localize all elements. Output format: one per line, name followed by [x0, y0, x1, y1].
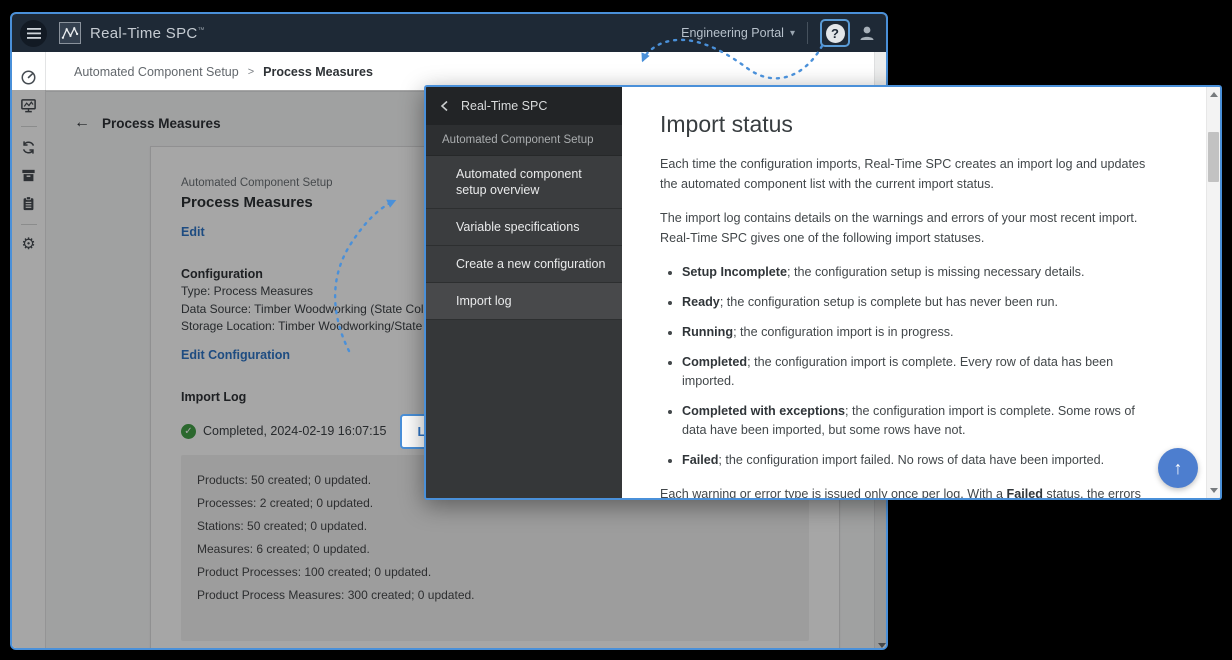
person-icon [858, 24, 876, 42]
hamburger-menu-button[interactable] [20, 20, 47, 47]
status-list-item: Setup Incomplete; the configuration setu… [682, 263, 1150, 282]
status-term: Completed [682, 355, 747, 369]
status-desc: ; the configuration import failed. No ro… [718, 453, 1104, 467]
scrollbar-up-arrow-icon [1210, 92, 1218, 97]
topbar-divider [807, 22, 808, 44]
status-desc: ; the configuration setup is missing nec… [787, 265, 1085, 279]
help-paragraph: Each warning or error type is issued onl… [660, 485, 1150, 498]
status-desc: ; the configuration setup is complete bu… [720, 295, 1058, 309]
app-title: Real-Time SPC™ [90, 25, 205, 42]
portal-dropdown[interactable]: Engineering Portal ▾ [681, 26, 795, 40]
dashboard-gauge-icon[interactable] [20, 68, 38, 86]
status-list-item: Ready; the configuration setup is comple… [682, 293, 1150, 312]
help-nav-item-import-log[interactable]: Import log [426, 283, 622, 320]
chevron-down-icon: ▾ [790, 28, 795, 39]
help-nav-item-create-configuration[interactable]: Create a new configuration [426, 246, 622, 283]
help-nav-sidebar: Real-Time SPC Automated Component Setup … [426, 87, 622, 498]
help-paragraph: Each time the configuration imports, Rea… [660, 155, 1150, 194]
scrollbar-down-arrow-icon [1210, 488, 1218, 493]
scroll-to-top-button[interactable]: ↑ [1158, 448, 1198, 488]
breadcrumb-current: Process Measures [263, 65, 373, 79]
breadcrumb-separator: > [248, 66, 254, 78]
status-term: Completed with exceptions [682, 404, 845, 418]
help-button[interactable]: ? [820, 19, 850, 47]
status-list-item: Completed with exceptions; the configura… [682, 402, 1150, 440]
app-logo-icon [59, 22, 81, 44]
import-status-list: Setup Incomplete; the configuration setu… [682, 263, 1150, 470]
arrow-up-icon: ↑ [1174, 458, 1183, 478]
hamburger-icon [27, 28, 41, 39]
help-nav-filler [426, 320, 622, 498]
help-nav-item-variable-specifications[interactable]: Variable specifications [426, 209, 622, 246]
account-button[interactable] [858, 24, 876, 42]
status-term: Failed [682, 453, 718, 467]
status-term: Ready [682, 295, 720, 309]
help-article: Import status Each time the configuratio… [622, 87, 1220, 498]
status-list-item: Running; the configuration import is in … [682, 323, 1150, 342]
help-icon: ? [826, 24, 845, 43]
status-term: Running [682, 325, 733, 339]
top-bar: Real-Time SPC™ Engineering Portal ▾ ? [12, 14, 886, 52]
status-desc: ; the configuration import is complete. … [682, 355, 1113, 388]
help-nav-item-overview[interactable]: Automated component setup overview [426, 156, 622, 209]
breadcrumb-parent[interactable]: Automated Component Setup [74, 65, 239, 79]
help-overlay-panel: Real-Time SPC Automated Component Setup … [424, 85, 1222, 500]
status-desc: ; the configuration import is in progres… [733, 325, 954, 339]
help-nav-back[interactable]: Real-Time SPC [426, 87, 622, 125]
status-term: Setup Incomplete [682, 265, 787, 279]
help-panel-scrollbar[interactable] [1206, 87, 1220, 498]
help-paragraph: The import log contains details on the w… [660, 209, 1150, 248]
help-nav-section-label: Automated Component Setup [426, 125, 622, 156]
help-article-title: Import status [660, 111, 1150, 138]
trademark: ™ [198, 27, 205, 34]
portal-label: Engineering Portal [681, 26, 784, 40]
help-nav-back-label: Real-Time SPC [461, 99, 547, 113]
scrollbar-thumb[interactable] [1208, 132, 1219, 182]
chevron-left-icon [440, 100, 449, 112]
status-list-item: Failed; the configuration import failed.… [682, 451, 1150, 470]
status-list-item: Completed; the configuration import is c… [682, 353, 1150, 391]
